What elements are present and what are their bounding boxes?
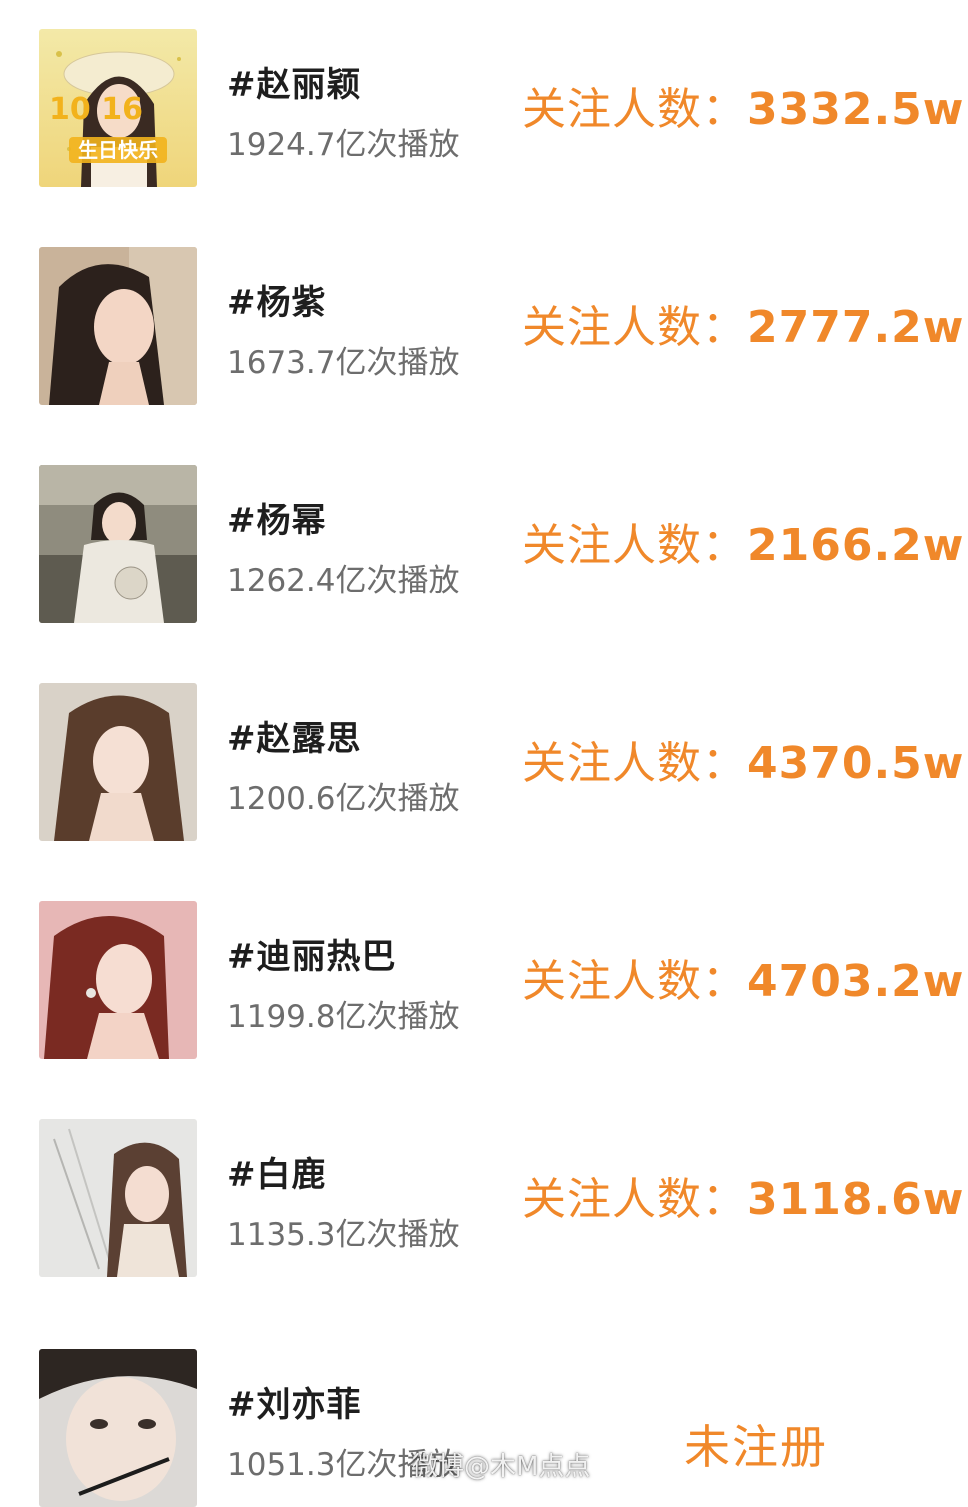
celebrity-name[interactable]: #赵丽颖 [227,57,362,106]
avatar-image [39,1119,197,1277]
play-count: 1924.7亿次播放 [227,127,460,163]
celebrity-name[interactable]: #赵露思 [227,711,362,760]
celebrity-name[interactable]: #白鹿 [227,1147,327,1196]
followers-count: 关注人数：2166.2w [522,509,964,573]
list-item[interactable]: #杨紫 1673.7亿次播放 关注人数：2777.2w [0,247,968,405]
list-item[interactable]: #刘亦菲 1051.3亿次播放 未注册 [0,1349,968,1507]
avatar-image [39,1349,197,1507]
followers-label: 关注人数： [522,302,747,353]
followers-count: 关注人数：2777.2w [522,291,964,355]
avatar[interactable] [39,1119,197,1277]
followers-label: 关注人数： [522,956,747,1007]
celebrity-name[interactable]: #刘亦菲 [227,1377,362,1426]
list-item[interactable]: #白鹿 1135.3亿次播放 关注人数：3118.6w [0,1119,968,1277]
followers-label: 关注人数： [522,738,747,789]
play-count: 1673.7亿次播放 [227,345,460,381]
unregistered-status: 未注册 [684,1420,828,1474]
followers-count: 关注人数：4703.2w [522,945,964,1009]
followers-value: 4703.2w [747,956,965,1007]
play-count: 1200.6亿次播放 [227,781,460,817]
celebrity-name[interactable]: #杨幂 [227,493,327,542]
avatar[interactable] [39,683,197,841]
avatar-image [39,247,197,405]
followers-count: 关注人数：3118.6w [522,1163,964,1227]
avatar-image [39,465,197,623]
list-item[interactable]: #迪丽热巴 1199.8亿次播放 关注人数：4703.2w [0,901,968,1059]
followers-value: 3118.6w [747,1174,965,1225]
celebrity-ranking-list: 10 16 生日快乐 #赵丽颖 1924.7亿次播放 关注人数：3332.5w … [0,0,968,1507]
followers-count: 关注人数：4370.5w [522,727,964,791]
watermark-text: 微博@木M点点 [412,1452,591,1482]
followers-label: 关注人数： [522,520,747,571]
list-item[interactable]: #杨幂 1262.4亿次播放 关注人数：2166.2w [0,465,968,623]
list-item[interactable]: 10 16 生日快乐 #赵丽颖 1924.7亿次播放 关注人数：3332.5w [0,29,968,187]
followers-value: 3332.5w [747,84,965,135]
avatar-badge: 生日快乐 [78,138,158,162]
avatar-image [39,683,197,841]
avatar-number: 10 16 [49,92,143,127]
avatar[interactable] [39,901,197,1059]
avatar-image: 10 16 生日快乐 [39,29,197,187]
avatar-image [39,901,197,1059]
play-count: 1199.8亿次播放 [227,999,460,1035]
followers-count: 关注人数：3332.5w [522,73,964,137]
followers-value: 2777.2w [747,302,965,353]
avatar[interactable] [39,247,197,405]
followers-label: 关注人数： [522,84,747,135]
play-count: 1135.3亿次播放 [227,1217,460,1253]
avatar[interactable] [39,1349,197,1507]
followers-label: 关注人数： [522,1174,747,1225]
avatar[interactable] [39,465,197,623]
list-item[interactable]: #赵露思 1200.6亿次播放 关注人数：4370.5w [0,683,968,841]
play-count: 1262.4亿次播放 [227,563,460,599]
followers-value: 2166.2w [747,520,965,571]
celebrity-name[interactable]: #杨紫 [227,275,327,324]
followers-value: 4370.5w [747,738,965,789]
celebrity-name[interactable]: #迪丽热巴 [227,929,397,978]
avatar[interactable]: 10 16 生日快乐 [39,29,197,187]
